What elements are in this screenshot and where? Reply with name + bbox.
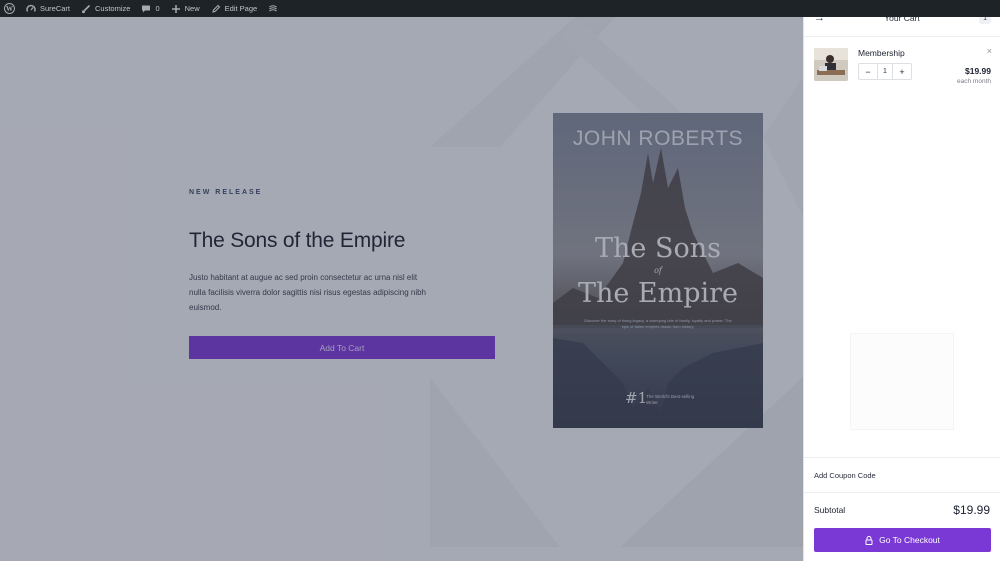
admin-bar-site-link[interactable]: SureCart [26, 4, 70, 14]
empty-placeholder-box [850, 333, 954, 430]
item-price: $19.99 [965, 66, 991, 76]
remove-item-close-icon[interactable]: × [987, 46, 992, 56]
quantity-value[interactable]: 1 [877, 64, 893, 79]
item-thumbnail [814, 48, 848, 81]
add-coupon-link[interactable]: Add Coupon Code [804, 457, 1000, 493]
admin-bar-comments-link[interactable]: 0 [141, 4, 160, 14]
plus-icon [171, 4, 180, 13]
admin-bar: W SureCart Customize 0 New Edit Page [0, 0, 1000, 17]
pencil-icon [211, 4, 220, 13]
brush-icon [82, 4, 91, 13]
gauge-icon [26, 4, 36, 12]
comment-icon [142, 5, 151, 12]
admin-bar-edit-page-label: Edit Page [224, 4, 258, 13]
subtotal-label: Subtotal [814, 505, 846, 515]
quantity-decrease-button[interactable]: − [859, 64, 877, 79]
cart-line-item: Membership × − 1 + $19.99 each month [814, 46, 992, 91]
subtotal-value: $19.99 [953, 503, 990, 517]
item-name: Membership [858, 48, 905, 58]
cart-drawer: → Your Cart 1 Membership × − 1 + $19.99 … [803, 0, 1000, 561]
lock-icon [865, 535, 873, 545]
thumbnail-image [814, 48, 848, 81]
admin-bar-edit-page-link[interactable]: Edit Page [211, 4, 258, 14]
quantity-stepper: − 1 + [858, 63, 912, 80]
admin-bar-customize-link[interactable]: Customize [81, 4, 130, 14]
admin-bar-new-label: New [184, 4, 200, 13]
admin-bar-new-link[interactable]: New [171, 4, 200, 14]
checkout-button[interactable]: Go To Checkout [814, 528, 991, 552]
checkout-label: Go To Checkout [879, 535, 940, 545]
wp-logo-button[interactable]: W [4, 3, 15, 14]
quantity-increase-button[interactable]: + [893, 64, 911, 79]
surecart-icon [269, 4, 277, 11]
wordpress-icon: W [4, 3, 15, 14]
admin-bar-customize-label: Customize [95, 4, 131, 13]
admin-bar-site-label: SureCart [40, 4, 71, 13]
item-billing-period: each month [957, 78, 991, 85]
drawer-backdrop[interactable] [0, 17, 803, 561]
admin-bar-comments-count: 0 [155, 4, 160, 13]
admin-bar-surecart-button[interactable] [268, 4, 278, 14]
